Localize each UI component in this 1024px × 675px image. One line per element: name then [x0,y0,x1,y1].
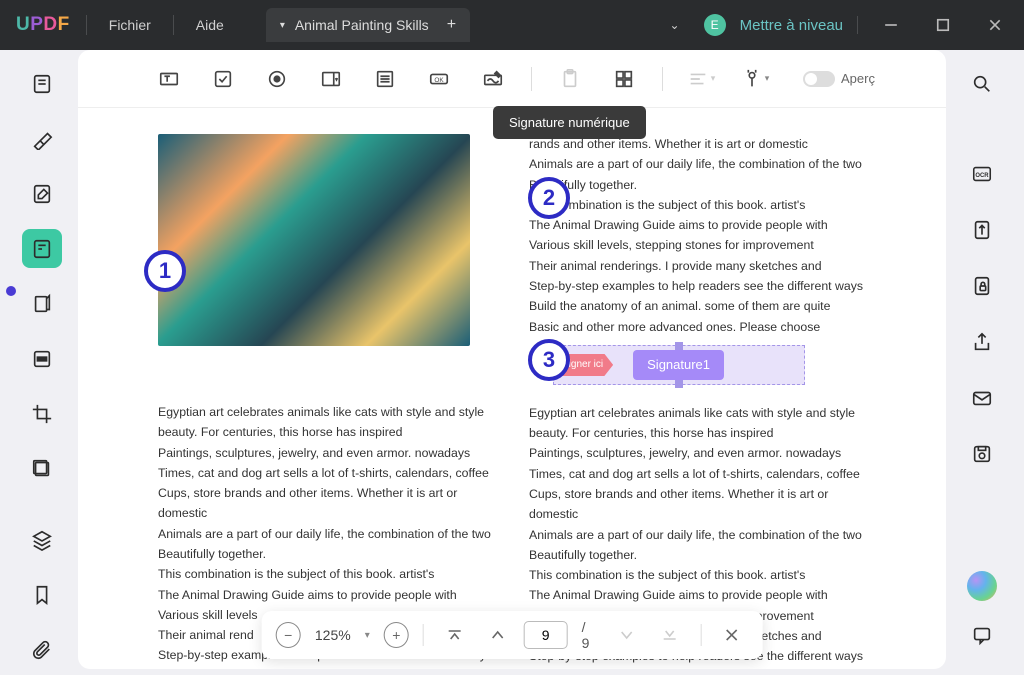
save-button[interactable] [962,434,1002,474]
tool-grid[interactable] [604,59,644,99]
annotation-marker-2: 2 [528,177,570,219]
sidebar-watermark[interactable] [22,449,62,488]
new-tab-icon[interactable]: + [447,16,456,34]
tab-chevron-icon[interactable]: ⌄ [670,18,680,32]
left-sidebar [6,50,78,669]
user-avatar[interactable]: E [704,14,726,36]
sidebar-edit[interactable] [22,174,62,213]
document-canvas: OK ▾ ▾ Aperç Signature numérique 1 2 3 E… [78,50,946,669]
tool-textfield[interactable] [149,59,189,99]
signature-label: Signature1 [633,350,724,379]
tooltip-digital-signature: Signature numérique [493,106,646,139]
sidebar-bookmark[interactable] [22,575,62,614]
sidebar-crop[interactable] [22,394,62,433]
page-content: Egyptian art celebrates animals like cat… [78,108,946,669]
titlebar: UPDF Fichier Aide ▾ Animal Painting Skil… [0,0,1024,50]
close-bar-button[interactable] [715,618,748,652]
share-button[interactable] [962,322,1002,362]
zoom-value: 125% [315,627,351,643]
sidebar-form[interactable] [22,229,62,268]
column2-top-text: rands and other items. Whether it is art… [529,134,866,337]
zoom-in-button[interactable]: + [384,622,409,648]
document-tab[interactable]: ▾ Animal Painting Skills + [266,8,470,42]
sidebar-attach[interactable] [22,630,62,669]
page-image [158,134,470,346]
tool-button[interactable]: OK [419,59,459,99]
preview-toggle[interactable]: Aperç [803,71,875,87]
sidebar-highlight[interactable] [22,119,62,158]
next-page-button[interactable] [611,618,644,652]
right-sidebar: OCR [946,50,1018,669]
tool-dropdown[interactable] [311,59,351,99]
page-input[interactable] [524,621,568,649]
app-body: OK ▾ ▾ Aperç Signature numérique 1 2 3 E… [6,50,1018,669]
protect-button[interactable] [962,266,1002,306]
search-button[interactable] [962,64,1002,104]
svg-text:OCR: OCR [975,173,989,179]
sidebar-redact[interactable] [22,339,62,378]
mode-indicator [6,286,16,296]
maximize-button[interactable] [924,10,962,40]
tool-digital-signature[interactable] [473,59,513,99]
page-total: / 9 [578,619,601,651]
first-page-button[interactable] [438,618,471,652]
sidebar-layers[interactable] [22,520,62,559]
tool-align[interactable]: ▾ [681,59,721,99]
signature-field[interactable]: Signer ici Signature1 [553,345,805,385]
sidebar-organize[interactable] [22,284,62,323]
sidebar-read[interactable] [22,64,62,103]
email-button[interactable] [962,378,1002,418]
zoom-out-button[interactable]: − [276,622,301,648]
ocr-button[interactable]: OCR [962,154,1002,194]
close-button[interactable] [976,10,1014,40]
comment-button[interactable] [962,615,1002,655]
switch-icon [803,71,835,87]
preview-label: Aperç [841,71,875,86]
app-logo: UPDF [16,14,70,36]
bottom-bar: − 125% ▾ + / 9 [262,611,763,659]
tool-listbox[interactable] [365,59,405,99]
menu-help[interactable]: Aide [174,17,246,33]
menu-file[interactable]: Fichier [87,17,173,33]
tool-checkbox[interactable] [203,59,243,99]
tab-dropdown-icon[interactable]: ▾ [280,20,285,31]
tool-settings[interactable]: ▾ [735,59,775,99]
convert-button[interactable] [962,210,1002,250]
tool-radio[interactable] [257,59,297,99]
tool-paste[interactable] [550,59,590,99]
prev-page-button[interactable] [481,618,514,652]
zoom-dropdown-icon[interactable]: ▾ [365,630,370,641]
tab-title: Animal Painting Skills [295,17,429,33]
ai-assistant-button[interactable] [967,571,997,601]
minimize-button[interactable] [872,10,910,40]
annotation-marker-1: 1 [144,250,186,292]
last-page-button[interactable] [654,618,687,652]
upgrade-link[interactable]: Mettre à niveau [740,17,843,34]
svg-text:OK: OK [434,76,444,83]
form-toolbar: OK ▾ ▾ Aperç [78,50,946,108]
annotation-marker-3: 3 [528,339,570,381]
